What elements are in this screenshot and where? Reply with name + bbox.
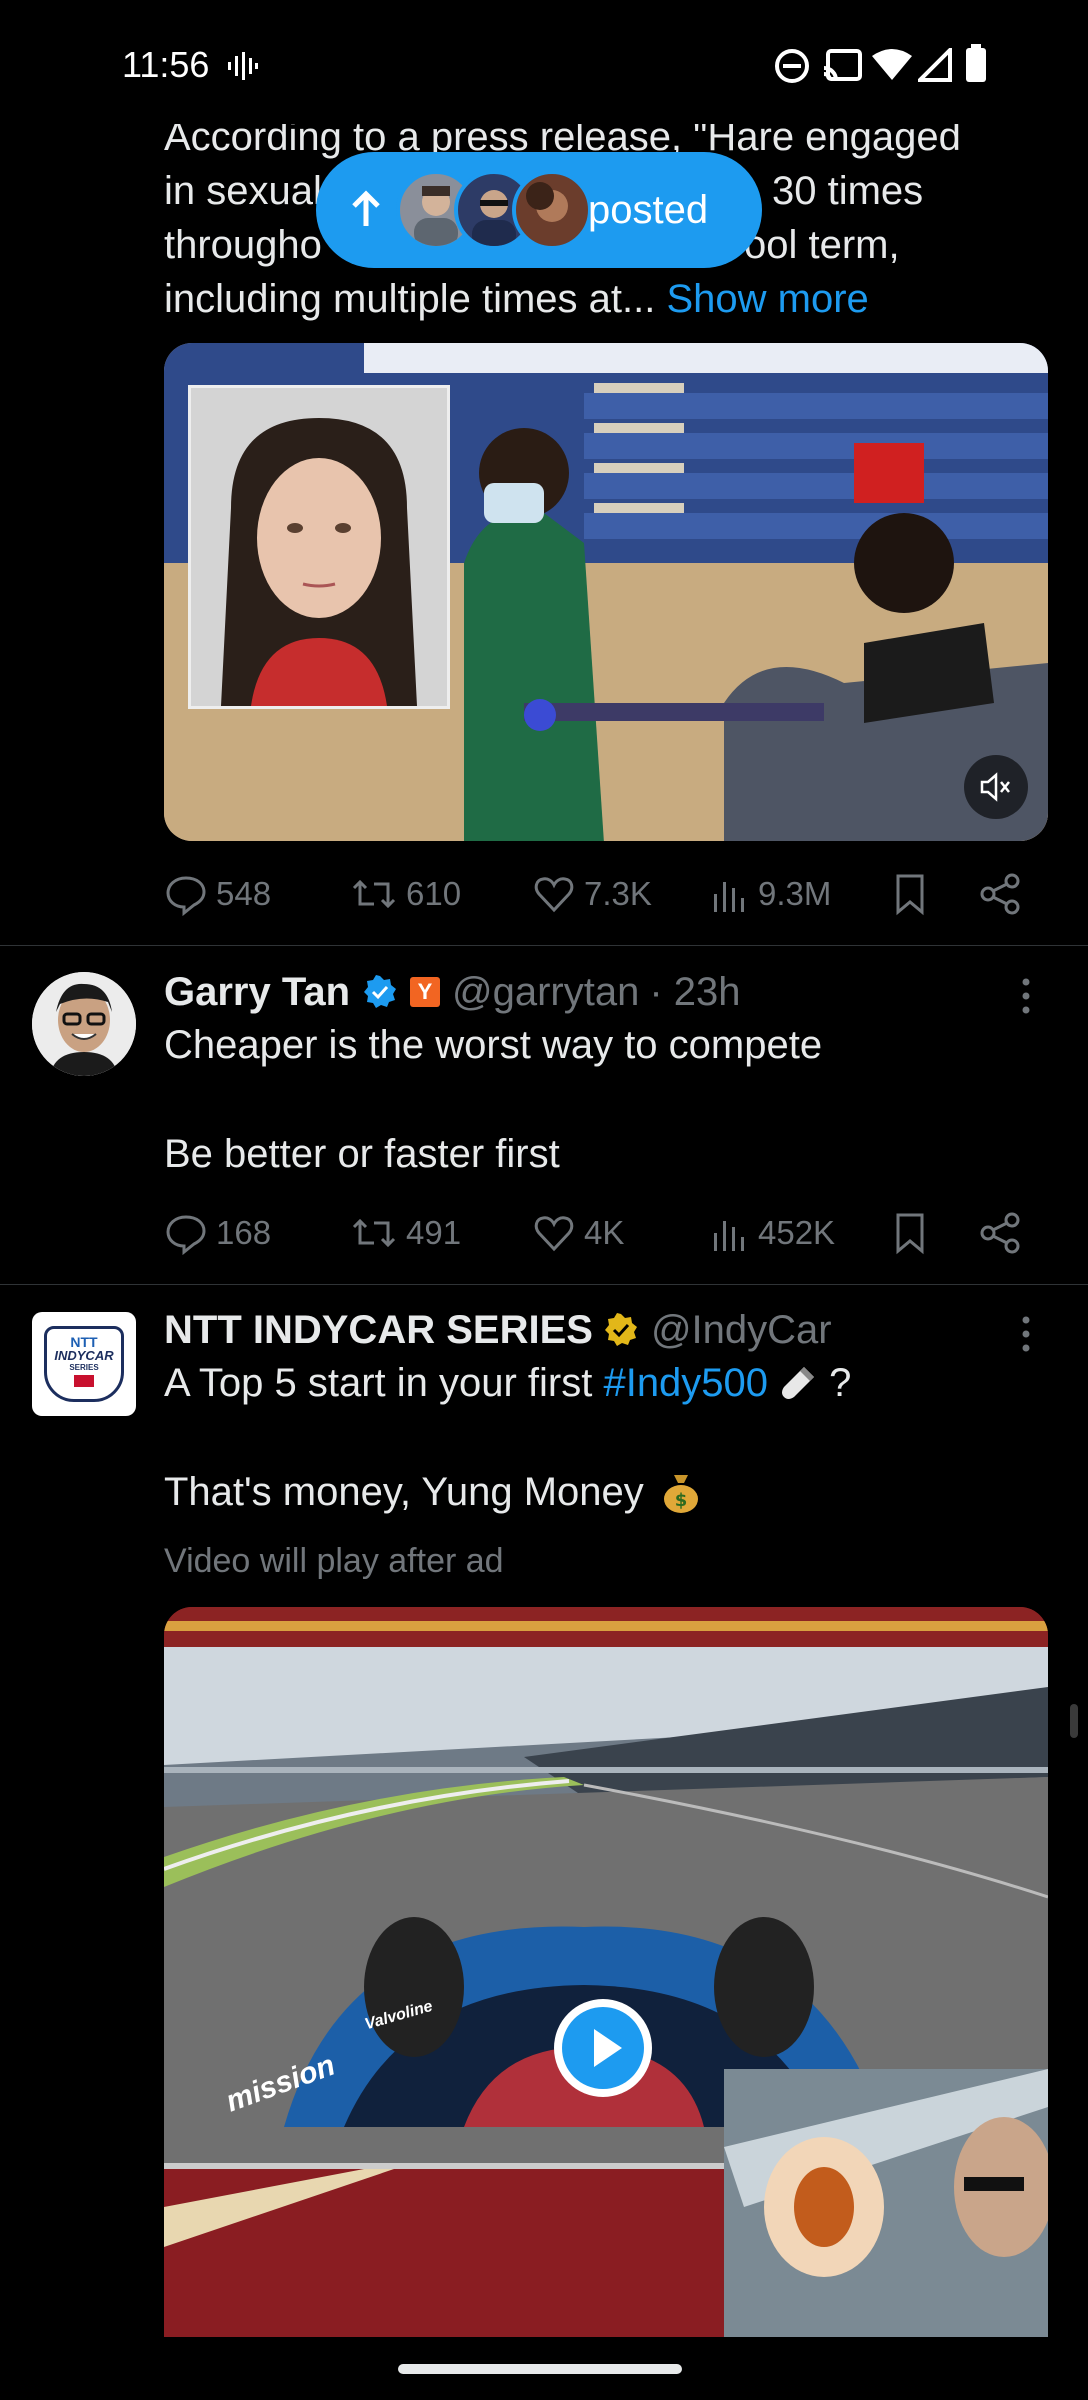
do-not-disturb-icon (775, 49, 809, 83)
new-posts-label: posted (588, 188, 709, 232)
author-name[interactable]: Garry Tan (164, 970, 350, 1015)
mute-button[interactable] (964, 755, 1028, 819)
tweet3-line2: That's money, Yung Money $ (164, 1465, 704, 1519)
author-handle[interactable]: @garrytan (452, 970, 639, 1015)
like-count: 4K (584, 1214, 625, 1251)
reply-count: 168 (216, 1214, 272, 1251)
divider (0, 945, 1088, 946)
reply-icon (166, 876, 206, 916)
tweet3-line1-suffix: ? (818, 1361, 852, 1405)
status-time: 11:56 (122, 44, 210, 85)
mute-icon (980, 772, 1010, 802)
home-indicator[interactable] (398, 2364, 682, 2374)
author-name[interactable]: NTT INDYCAR SERIES (164, 1308, 593, 1353)
repost-icon (352, 1218, 396, 1248)
inset-photo (188, 385, 450, 709)
arrow-up-icon (352, 190, 380, 226)
play-button[interactable] (554, 1999, 652, 2097)
bookmark-icon (896, 874, 924, 916)
scrollbar[interactable] (1070, 1704, 1078, 1738)
share-icon (980, 873, 1020, 915)
new-posts-pill[interactable]: posted (316, 152, 762, 268)
avatar-text-series: SERIES (69, 1363, 99, 1372)
like-count: 7.3K (584, 875, 652, 912)
bookmark-icon (896, 1213, 924, 1255)
divider (0, 1284, 1088, 1285)
tweet1-line-1: in sexual (164, 169, 322, 213)
avatar-text-ntt: NTT (70, 1334, 98, 1350)
author-handle[interactable]: @IndyCar (651, 1308, 832, 1353)
repost-count: 610 (406, 875, 462, 912)
wifi-icon (872, 49, 912, 80)
tweet2-line2: Be better or faster first (164, 1132, 560, 1176)
repost-button[interactable]: 610 (350, 864, 461, 924)
views-icon (714, 882, 744, 912)
indycar-avatar[interactable]: NTT INDYCAR SERIES (32, 1312, 136, 1416)
svg-text:$: $ (675, 1490, 688, 1511)
status-bar: 11:56 (0, 0, 1088, 130)
bookmark-button[interactable] (890, 864, 938, 924)
tweet1-line-2: 30 times (772, 169, 924, 213)
video-ad-note: Video will play after ad (164, 1542, 504, 1580)
garry-tan-avatar[interactable] (32, 972, 136, 1076)
views-button[interactable]: 9.3M (710, 864, 831, 924)
video-frame (164, 1607, 1048, 2337)
affiliate-badge: Y (410, 977, 440, 1007)
post-time[interactable]: · 23h (649, 970, 740, 1015)
tweet2-line1: Cheaper is the worst way to compete (164, 1023, 823, 1067)
hashtag-link[interactable]: #Indy500 (603, 1356, 768, 1410)
tweet2-header: Garry Tan Y @garrytan · 23h (164, 964, 741, 1020)
views-count: 452K (758, 1214, 836, 1251)
tweet2-actions: 168 491 4K 452K (164, 1203, 1044, 1263)
reply-count: 548 (216, 875, 272, 912)
voice-activity-icon (228, 52, 258, 80)
like-button[interactable]: 4K (532, 1203, 624, 1263)
reply-button[interactable]: 168 (164, 1203, 271, 1263)
tweet3-video[interactable]: mission Valvoline (164, 1607, 1048, 2337)
tweet1-line-5: including multiple times at... (164, 277, 656, 321)
battery-icon (966, 44, 986, 82)
tweet1-video[interactable] (164, 343, 1048, 841)
avatar-text-indycar: INDYCAR (54, 1348, 114, 1363)
views-count: 9.3M (758, 875, 832, 912)
milk-bottle-icon (782, 1367, 815, 1399)
avatar (512, 170, 592, 250)
bookmark-button[interactable] (890, 1203, 938, 1263)
reply-icon (166, 1215, 206, 1255)
tweet1-line-4: ool term, (744, 223, 900, 267)
more-options-icon[interactable] (1018, 1314, 1034, 1354)
repost-count: 491 (406, 1214, 462, 1251)
share-icon (980, 1212, 1020, 1254)
heart-icon (534, 1216, 574, 1252)
reply-button[interactable]: 548 (164, 864, 271, 924)
share-button[interactable] (978, 864, 1030, 924)
show-more-link[interactable]: Show more (666, 277, 868, 321)
tweet3-line1-prefix: A Top 5 start in your first (164, 1361, 604, 1405)
repost-icon (352, 879, 396, 909)
cast-icon (823, 49, 862, 81)
tweet3-line1: A Top 5 start in your first #Indy500 ? (164, 1356, 851, 1410)
views-button[interactable]: 452K (710, 1203, 835, 1263)
tweet1-line-3: througho (164, 223, 322, 267)
share-button[interactable] (978, 1203, 1030, 1263)
tweet1-actions: 548 610 7.3K 9.3M (164, 864, 1044, 924)
verified-badge-icon (364, 975, 396, 1008)
play-icon (594, 2029, 622, 2067)
heart-icon (534, 877, 574, 913)
tweet3-line2-text: That's money, Yung Money (164, 1470, 644, 1514)
signal-icon (918, 48, 952, 82)
verified-gold-badge-icon (604, 1313, 637, 1346)
tweet3-header: NTT INDYCAR SERIES @IndyCar (164, 1302, 832, 1358)
like-button[interactable]: 7.3K (532, 864, 652, 924)
money-bag-icon: $ (663, 1475, 698, 1513)
views-icon (714, 1221, 744, 1251)
more-options-icon[interactable] (1018, 976, 1034, 1016)
repost-button[interactable]: 491 (350, 1203, 461, 1263)
